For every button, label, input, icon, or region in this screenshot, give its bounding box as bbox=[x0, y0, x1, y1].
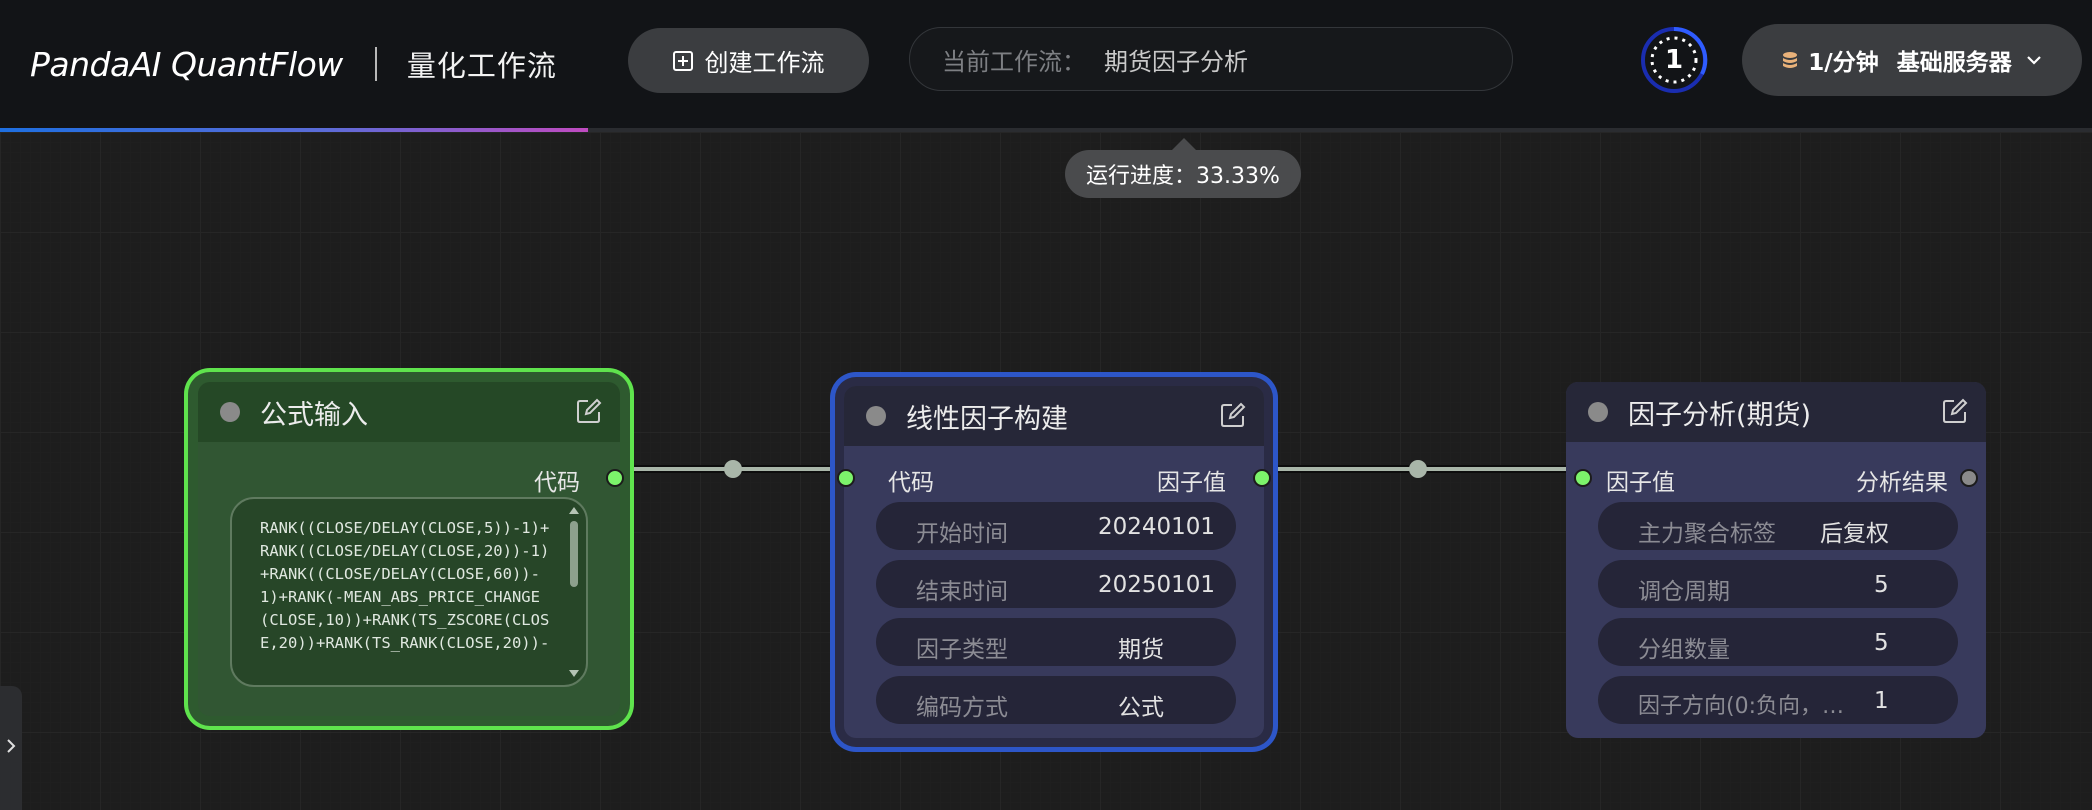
workflow-canvas[interactable]: 公式输入 代码 RANK((CLOSE/DELAY(CLOSE,5))-1)+R… bbox=[0, 132, 2092, 810]
create-workflow-button[interactable]: 创建工作流 bbox=[628, 28, 869, 93]
connection-midpoint[interactable] bbox=[1409, 460, 1427, 478]
plus-square-icon bbox=[672, 50, 693, 71]
param-group-count[interactable]: 分组数量 5 bbox=[1598, 618, 1958, 666]
node-header[interactable]: 因子分析(期货) bbox=[1566, 382, 1986, 442]
create-workflow-label: 创建工作流 bbox=[704, 49, 825, 77]
progress-tooltip: 运行进度：33.33% bbox=[1065, 138, 1301, 198]
node-title: 公式输入 bbox=[260, 399, 368, 431]
current-workflow-name: 期货因子分析 bbox=[1104, 47, 1248, 76]
edit-icon[interactable] bbox=[576, 398, 602, 424]
app-root: PandaAI QuantFlow 量化工作流 创建工作流 当前工作流： 期货因… bbox=[0, 0, 2092, 810]
current-workflow-label: 当前工作流： bbox=[942, 47, 1086, 76]
sidebar-toggle[interactable] bbox=[0, 686, 22, 810]
node-linear-factor[interactable]: 线性因子构建 代码 因子值 开始时间 20240101 结束时间 2025010… bbox=[837, 386, 1271, 738]
output-port-code[interactable] bbox=[606, 469, 624, 487]
port-row: 代码 因子值 bbox=[837, 463, 1271, 496]
param-value: 1 bbox=[1874, 688, 1889, 714]
node-status-dot bbox=[220, 402, 240, 422]
param-label: 主力聚合标签 bbox=[1638, 521, 1776, 547]
brand-divider bbox=[374, 47, 377, 81]
param-rebalance-period[interactable]: 调仓周期 5 bbox=[1598, 560, 1958, 608]
param-label: 结束时间 bbox=[916, 579, 1008, 605]
node-header[interactable]: 公式输入 bbox=[198, 382, 620, 442]
scroll-up-arrow[interactable] bbox=[569, 507, 579, 514]
output-port-result[interactable] bbox=[1960, 469, 1978, 487]
param-label: 编码方式 bbox=[916, 695, 1008, 721]
input-port-code[interactable] bbox=[837, 469, 855, 487]
connection-formula-to-linear[interactable] bbox=[601, 460, 867, 478]
param-value: 20240101 bbox=[1098, 514, 1216, 540]
input-port-factor[interactable] bbox=[1574, 469, 1592, 487]
param-value: 5 bbox=[1874, 572, 1889, 598]
param-end-date[interactable]: 结束时间 20250101 bbox=[876, 560, 1236, 608]
scrollbar-thumb[interactable] bbox=[570, 521, 578, 587]
node-status-dot bbox=[1588, 402, 1608, 422]
param-label: 分组数量 bbox=[1638, 637, 1730, 663]
node-title: 因子分析(期货) bbox=[1628, 399, 1812, 431]
server-rate: 1/分钟 bbox=[1808, 50, 1879, 76]
chevron-right-icon bbox=[6, 738, 16, 758]
output-port-label: 因子值 bbox=[1157, 470, 1226, 496]
output-port-label: 代码 bbox=[534, 470, 580, 496]
param-label: 因子方向(0:负向，… bbox=[1638, 694, 1844, 719]
param-label: 调仓周期 bbox=[1638, 579, 1730, 605]
server-name: 基础服务器 bbox=[1896, 50, 2012, 76]
node-factor-analysis[interactable]: 因子分析(期货) 因子值 分析结果 主力聚合标签 后复权 调仓周期 5 分组数量… bbox=[1566, 382, 1986, 738]
formula-textarea[interactable]: RANK((CLOSE/DELAY(CLOSE,5))-1)+RANK((CLO… bbox=[230, 497, 588, 687]
scroll-down-arrow[interactable] bbox=[569, 670, 579, 677]
param-encoding[interactable]: 编码方式 公式 bbox=[876, 676, 1236, 724]
server-selector[interactable]: 1/分钟 基础服务器 bbox=[1742, 24, 2082, 96]
brand-subtitle: 量化工作流 bbox=[406, 49, 557, 83]
param-main-contract-tag[interactable]: 主力聚合标签 后复权 bbox=[1598, 502, 1958, 550]
brand: PandaAI QuantFlow 量化工作流 bbox=[30, 36, 557, 92]
current-workflow-field[interactable]: 当前工作流： 期货因子分析 bbox=[909, 27, 1513, 91]
run-count-badge[interactable]: 1 bbox=[1638, 24, 1710, 96]
formula-text: RANK((CLOSE/DELAY(CLOSE,5))-1)+RANK((CLO… bbox=[260, 519, 550, 652]
edit-icon[interactable] bbox=[1942, 398, 1968, 424]
output-port-factor[interactable] bbox=[1253, 469, 1271, 487]
edit-icon[interactable] bbox=[1220, 402, 1246, 428]
param-label: 因子类型 bbox=[916, 637, 1008, 663]
node-formula-input[interactable]: 公式输入 代码 RANK((CLOSE/DELAY(CLOSE,5))-1)+R… bbox=[198, 382, 624, 716]
param-label: 开始时间 bbox=[916, 521, 1008, 547]
param-value: 20250101 bbox=[1098, 572, 1216, 598]
top-bar: PandaAI QuantFlow 量化工作流 创建工作流 当前工作流： 期货因… bbox=[0, 0, 2092, 132]
param-value: 5 bbox=[1874, 630, 1889, 656]
brand-name: PandaAI QuantFlow bbox=[30, 44, 343, 84]
node-title: 线性因子构建 bbox=[906, 403, 1068, 435]
node-header[interactable]: 线性因子构建 bbox=[844, 386, 1264, 446]
param-factor-direction[interactable]: 因子方向(0:负向，… 1 bbox=[1598, 676, 1958, 724]
param-value: 公式 bbox=[1118, 695, 1164, 721]
output-port-row: 代码 bbox=[198, 463, 624, 496]
connection-midpoint[interactable] bbox=[724, 460, 742, 478]
input-port-label: 因子值 bbox=[1606, 470, 1675, 496]
run-count: 1 bbox=[1664, 45, 1684, 75]
port-row: 因子值 分析结果 bbox=[1566, 463, 1986, 496]
chevron-down-icon bbox=[2026, 55, 2042, 65]
output-port-label: 分析结果 bbox=[1856, 470, 1948, 496]
input-port-label: 代码 bbox=[888, 470, 934, 496]
connection-linear-to-analysis[interactable] bbox=[1249, 460, 1587, 478]
param-value: 期货 bbox=[1118, 637, 1164, 663]
param-start-date[interactable]: 开始时间 20240101 bbox=[876, 502, 1236, 550]
param-value: 后复权 bbox=[1820, 521, 1889, 547]
node-status-dot bbox=[866, 406, 886, 426]
param-factor-type[interactable]: 因子类型 期货 bbox=[876, 618, 1236, 666]
coin-stack-icon bbox=[1782, 51, 1798, 69]
